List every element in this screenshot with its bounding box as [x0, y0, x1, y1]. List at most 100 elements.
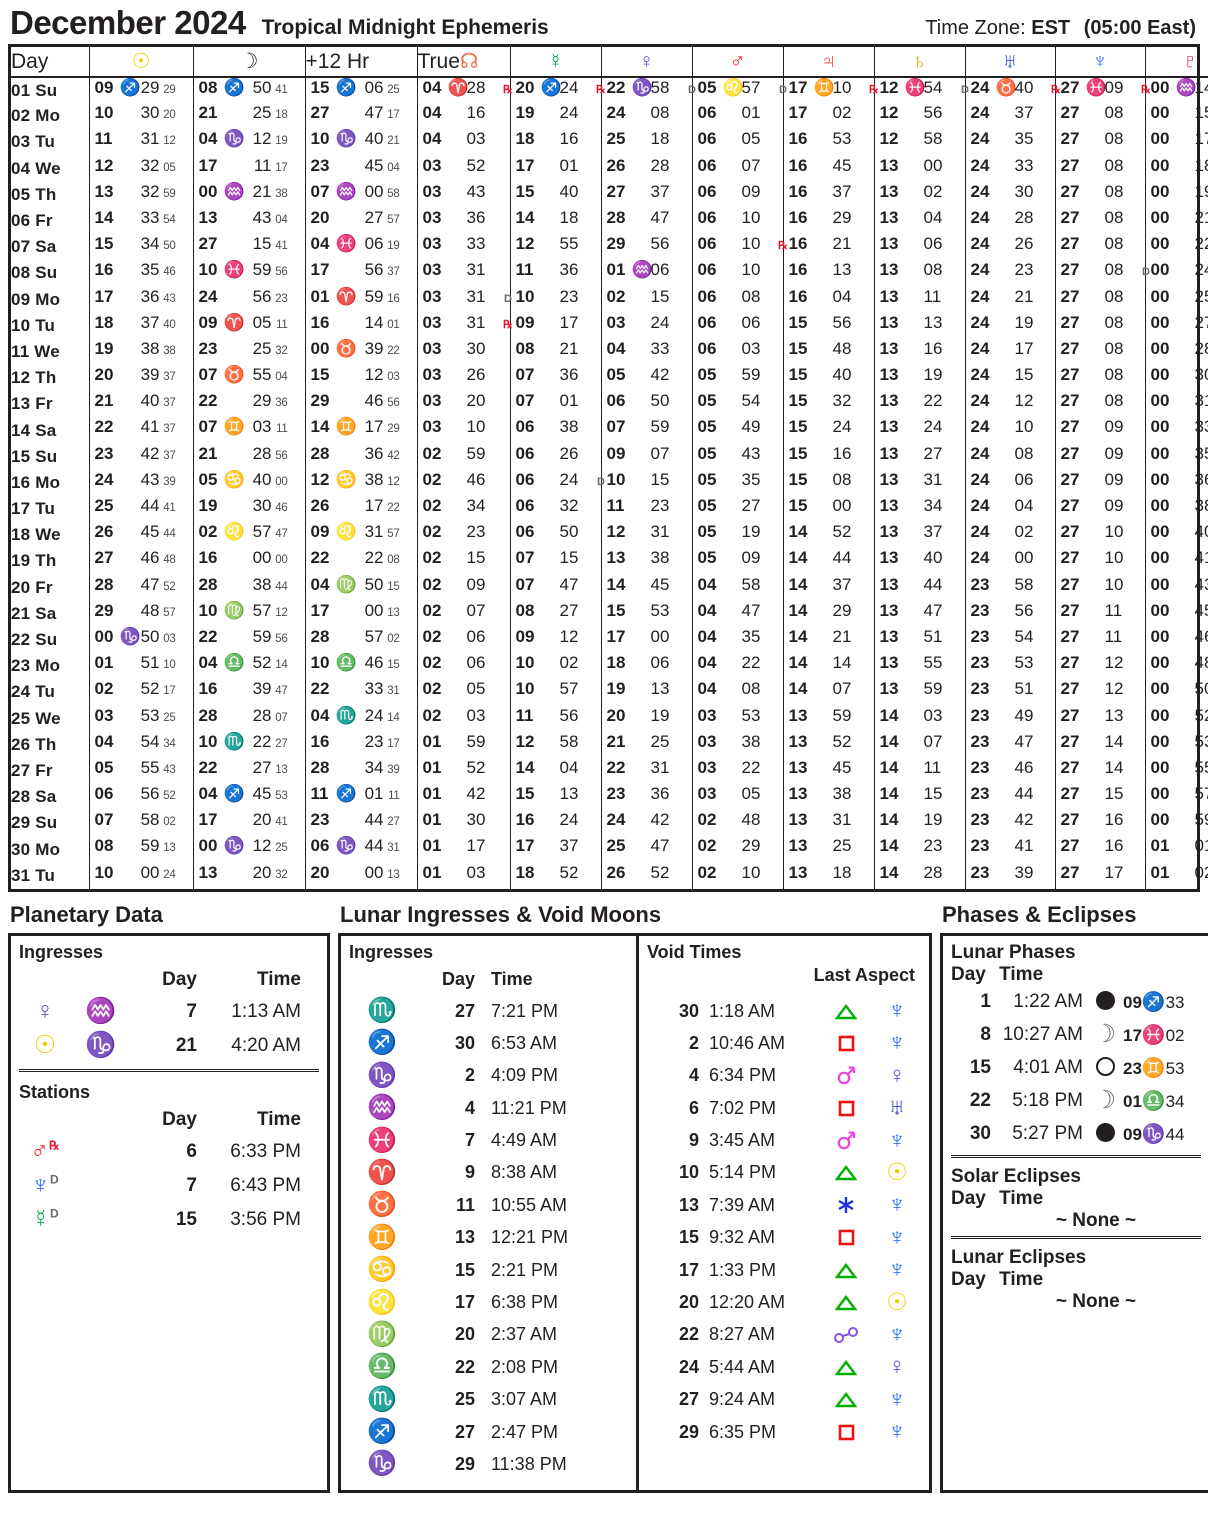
cell-uranus: 24 37	[965, 103, 1056, 130]
planetary-data-column: Planetary Data Ingresses Day Time ♀ ♒ 7 1:1…	[8, 902, 330, 1493]
degree: 27	[1060, 574, 1080, 594]
cell-venus: 22 31	[601, 757, 693, 785]
minutes: 52	[650, 862, 670, 882]
degree: 03	[422, 365, 442, 385]
minutes: 16	[832, 443, 852, 463]
table-row: 11 We 19 38 38 23 25 32 00 ♉ 39 22 03 30 08 21 04 33 06 03…	[11, 338, 1208, 366]
degree: 05	[697, 469, 717, 489]
cell-jupiter: 17 ♊ 10 ℞	[783, 77, 879, 104]
neptune-glyph: ♆	[888, 1223, 906, 1251]
zodiac-sign-sg-icon: ♐	[1141, 992, 1166, 1014]
degree: 02	[422, 600, 442, 620]
cell-moon12: 27 47 17	[305, 103, 418, 130]
degree: 10	[310, 653, 330, 673]
cell-moon: 17 20 41	[193, 810, 306, 837]
cell-node: 02 07	[417, 600, 511, 627]
zodiac-sign-ta-icon: ♉	[223, 365, 245, 385]
minutes: 27	[923, 443, 943, 463]
table-row: 04 We 12 32 05 17 11 17 23 45 04 03 52 17 01 26 28 06 07 1…	[11, 155, 1208, 182]
minutes: 36	[364, 443, 384, 463]
table-row: 25 We 03 53 25 28 28 07 04 ♏ 24 14 02 03 11 56 20 19 03 53…	[11, 705, 1208, 732]
cell-uranus: 23 54	[965, 626, 1056, 654]
cell-mercury: 16 24	[510, 810, 602, 837]
cell-neptune: 27 16	[1055, 810, 1146, 837]
cell-mercury: 18 52	[510, 862, 602, 889]
degree: 06	[697, 129, 717, 149]
degree: 15	[788, 469, 808, 489]
lunar-phase-row: 15 4:01 AM 23♊53	[951, 1052, 1201, 1085]
minutes: 40	[1194, 522, 1208, 542]
minutes: 57	[364, 626, 384, 646]
cell-pluto: 0059	[1145, 810, 1208, 836]
degree: 02	[422, 679, 442, 699]
degree: 24	[970, 443, 990, 463]
minutes: 20	[252, 862, 272, 882]
seconds: 34	[163, 737, 176, 750]
ingress-time: 4:20 AM	[231, 1034, 301, 1056]
degree: 01	[422, 862, 442, 882]
cell-neptune: 27 14	[1055, 731, 1146, 758]
degree: 29	[606, 234, 626, 254]
minutes: 30	[140, 103, 160, 123]
cell-node: 01 42	[417, 784, 511, 811]
seconds: 03	[387, 371, 400, 384]
degree: 16	[198, 548, 218, 568]
cell-mars: 05 09	[692, 548, 784, 575]
minutes: 09	[1104, 443, 1124, 463]
planet-ingresses-list: ♀ ♒ 7 1:13 AM ☉ ♑ 21 4:20 AM	[19, 995, 319, 1063]
cell-saturn: 13 55	[874, 653, 966, 680]
cell-uranus: 24 12	[965, 391, 1056, 418]
seconds: 19	[387, 240, 400, 253]
cell-moon12: 00 ♉ 39 22	[305, 338, 418, 366]
seconds: 22	[387, 502, 400, 514]
cell-mars: 06 07	[692, 155, 784, 182]
cell-uranus: 24 15	[965, 365, 1056, 392]
neptune-glyph: ♆	[888, 1126, 906, 1154]
degree: 22	[606, 78, 626, 97]
cell-pluto: 0018	[1145, 156, 1208, 182]
cell-mars: 03 22	[692, 757, 784, 785]
degree: 07	[606, 417, 626, 437]
minutes: 15	[650, 286, 670, 306]
minutes: 33	[364, 679, 384, 699]
aspect-trine-icon	[819, 1162, 873, 1183]
minutes: 57	[1194, 784, 1208, 804]
degree: 02	[422, 548, 442, 568]
minutes: 28	[1194, 338, 1208, 358]
degree: 26	[606, 862, 626, 882]
zodiac-sign-cn-icon: ♋	[335, 469, 357, 489]
day-cell: 15 Su	[11, 443, 90, 470]
cell-saturn: 12 ♓ 54 D	[874, 77, 969, 104]
degree: 13	[788, 731, 808, 751]
minutes: 52	[1194, 705, 1208, 725]
zodiac-sign-le-icon: ♌	[223, 522, 245, 542]
degree: 27	[1060, 784, 1080, 804]
degree: 27	[1060, 207, 1080, 227]
degree: 03	[697, 731, 717, 751]
degree: 24	[970, 207, 990, 227]
minutes: 03	[466, 129, 486, 149]
ingress-day: 20	[454, 1324, 475, 1345]
degree: 00	[1150, 391, 1170, 411]
degree: 13	[879, 365, 899, 385]
cell-venus: 27 37	[601, 181, 693, 208]
ingress-day: 2	[464, 1065, 475, 1086]
minutes: 30	[1194, 365, 1208, 385]
minutes: 38	[832, 784, 852, 804]
cell-mars: 05 ♌ 57 D	[692, 77, 787, 104]
degree: 16	[310, 312, 330, 332]
degree: 13	[788, 757, 808, 777]
degree: 00	[1150, 365, 1170, 385]
minutes: 40	[559, 181, 579, 201]
minutes: 53	[1194, 731, 1208, 751]
seconds: 32	[275, 344, 288, 357]
cell-moon12: 16 14 01	[305, 312, 418, 339]
seconds: 17	[163, 685, 176, 698]
cell-moon12: 04 ♏ 24 14	[305, 705, 418, 732]
divider	[951, 1154, 1201, 1160]
minutes: 46	[1194, 626, 1208, 646]
degree: 27	[1060, 417, 1080, 437]
minutes: 31	[466, 286, 486, 306]
table-row: 30 Mo 08 59 13 00 ♑ 12 25 06 ♑ 44 31 01 17 17 37 25 47 02 2…	[11, 836, 1208, 863]
degree: 15	[515, 784, 535, 804]
